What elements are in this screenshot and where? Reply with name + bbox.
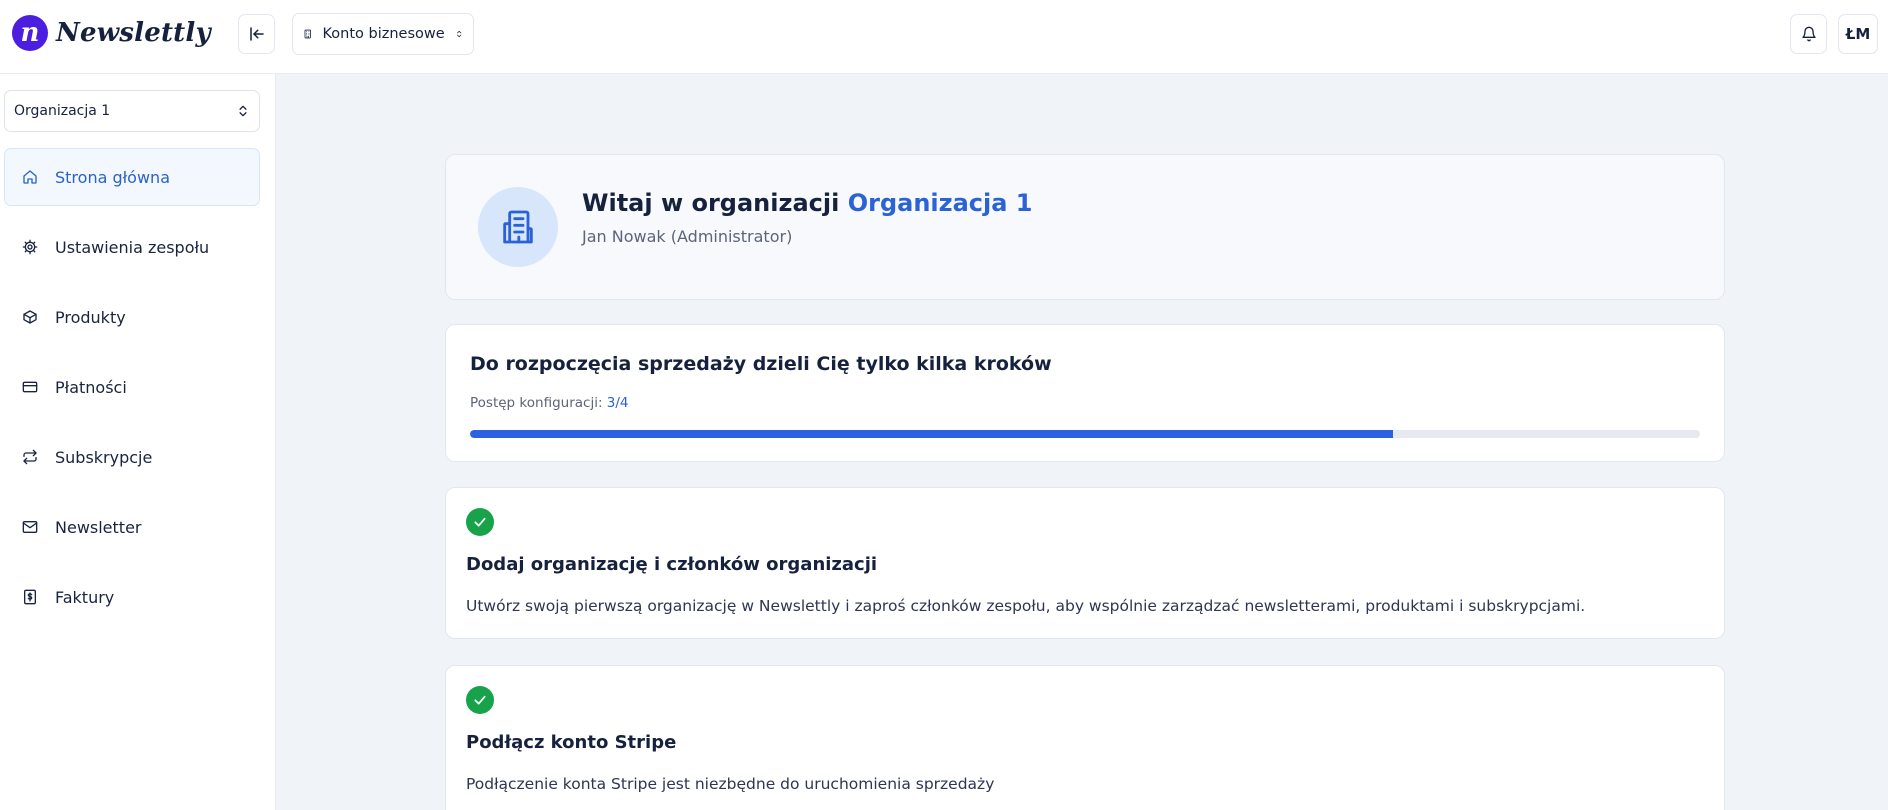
organization-avatar <box>478 187 558 267</box>
step-title: Dodaj organizację i członków organizacji <box>466 554 878 575</box>
check-icon <box>474 517 486 527</box>
sidebar-item-payments[interactable]: Płatności <box>4 358 260 416</box>
notifications-button[interactable] <box>1790 14 1827 54</box>
logo-mark: n <box>12 15 48 51</box>
setup-progress-label-text: Postęp konfiguracji: <box>470 395 603 411</box>
organization-select[interactable]: Organizacja 1 <box>4 90 260 132</box>
building-icon <box>304 29 311 39</box>
step-title: Podłącz konto Stripe <box>466 732 677 753</box>
sidebar-item-label: Produkty <box>55 307 126 327</box>
app-logo[interactable]: n Newslettly <box>12 15 211 51</box>
mail-icon <box>22 521 38 533</box>
setup-progress-title: Do rozpoczęcia sprzedaży dzieli Cię tylk… <box>470 353 1052 375</box>
setup-step-card: Dodaj organizację i członków organizacji… <box>445 487 1725 639</box>
setup-progress-fill <box>470 430 1393 438</box>
sidebar-item-label: Płatności <box>55 377 127 397</box>
sidebar-item-products[interactable]: Produkty <box>4 288 260 346</box>
credit-card-icon <box>22 381 38 393</box>
setup-progress-card: Do rozpoczęcia sprzedaży dzieli Cię tylk… <box>445 324 1725 462</box>
app-name: Newslettly <box>56 18 211 48</box>
sidebar-item-home[interactable]: Strona główna <box>4 148 260 206</box>
sidebar: Organizacja 1 Strona główna Ustawienia z… <box>0 74 276 810</box>
step-completed-badge <box>466 686 494 714</box>
user-menu-button[interactable]: ŁM <box>1838 14 1878 54</box>
sidebar-item-label: Newsletter <box>55 517 142 537</box>
repeat-icon <box>23 449 37 465</box>
step-description: Podłączenie konta Stripe jest niezbędne … <box>466 775 995 793</box>
account-switcher[interactable]: Konto biznesowe <box>292 13 474 55</box>
setup-progress-label: Postęp konfiguracji: 3/4 <box>470 395 629 411</box>
sidebar-item-subscriptions[interactable]: Subskrypcje <box>4 428 260 486</box>
sidebar-item-label: Strona główna <box>55 167 170 187</box>
sidebar-item-label: Ustawienia zespołu <box>55 237 210 257</box>
collapse-left-icon <box>249 27 264 41</box>
top-bar: n Newslettly Konto biznesowe ŁM <box>0 0 1888 74</box>
check-icon <box>474 695 486 705</box>
home-icon <box>23 170 37 184</box>
collapse-sidebar-button[interactable] <box>238 14 275 54</box>
box-icon <box>23 310 37 324</box>
setup-progress-bar <box>470 430 1700 438</box>
welcome-title: Witaj w organizacji Organizacja 1 <box>582 189 1033 217</box>
user-initials: ŁM <box>1845 25 1871 43</box>
building-icon <box>503 210 533 244</box>
sidebar-item-label: Faktury <box>55 587 115 607</box>
account-switcher-label: Konto biznesowe <box>322 26 445 42</box>
sidebar-item-team-settings[interactable]: Ustawienia zespołu <box>4 218 260 276</box>
invoice-icon <box>24 589 36 605</box>
welcome-title-prefix: Witaj w organizacji <box>582 189 840 217</box>
sidebar-item-label: Subskrypcje <box>55 447 153 467</box>
sidebar-item-newsletter[interactable]: Newsletter <box>4 498 260 556</box>
organization-select-value: Organizacja 1 <box>14 103 111 119</box>
gear-icon <box>22 239 38 255</box>
welcome-user-role: Jan Nowak (Administrator) <box>582 227 793 246</box>
chevrons-up-down-icon <box>239 105 247 117</box>
setup-step-card: Podłącz konto Stripe Podłączenie konta S… <box>445 665 1725 810</box>
bell-icon <box>1801 26 1816 42</box>
step-description: Utwórz swoją pierwszą organizację w News… <box>466 597 1586 615</box>
chevrons-up-down-icon <box>456 30 461 38</box>
step-completed-badge <box>466 508 494 536</box>
setup-progress-value: 3/4 <box>606 395 629 411</box>
welcome-card: Witaj w organizacji Organizacja 1 Jan No… <box>445 154 1725 300</box>
sidebar-item-invoices[interactable]: Faktury <box>4 568 260 626</box>
welcome-org-name: Organizacja 1 <box>847 189 1033 217</box>
